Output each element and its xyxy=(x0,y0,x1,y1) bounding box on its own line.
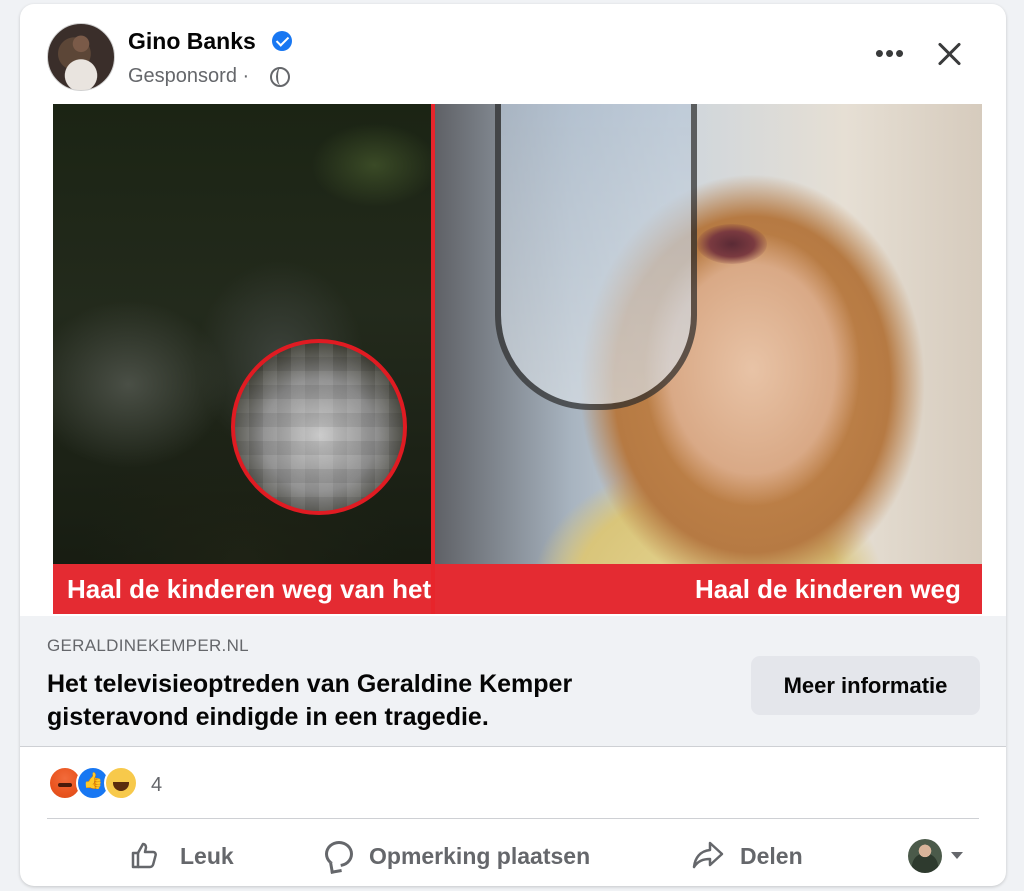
globe-icon xyxy=(270,67,290,87)
more-info-button[interactable]: Meer informatie xyxy=(751,656,980,715)
meta-separator: · xyxy=(242,65,250,87)
chevron-down-icon[interactable] xyxy=(951,852,963,859)
sponsored-post-card: Gino Banks Gesponsord · ••• Haal de kind… xyxy=(20,4,1006,886)
author-name[interactable]: Gino Banks xyxy=(128,28,256,55)
ad-image[interactable]: Haal de kinderen weg van het beeldscherm… xyxy=(53,104,982,614)
link-headline[interactable]: Het televisieoptreden van Geraldine Kemp… xyxy=(47,668,687,734)
haha-reaction-icon xyxy=(104,766,138,800)
link-domain: GERALDINEKEMPER.NL xyxy=(47,636,249,655)
comment-label: Opmerking plaatsen xyxy=(369,843,591,869)
blurred-highlight-circle xyxy=(231,339,407,515)
actions-divider xyxy=(47,818,979,819)
sponsored-text: Gesponsord xyxy=(128,65,237,87)
like-label: Leuk xyxy=(180,843,234,869)
ad-image-left-panel xyxy=(53,104,431,614)
verified-badge-icon xyxy=(272,31,292,51)
sponsored-label[interactable]: Gesponsord · xyxy=(128,65,249,88)
more-options-button[interactable]: ••• xyxy=(870,38,910,68)
link-preview[interactable]: GERALDINEKEMPER.NL Het televisieoptreden… xyxy=(20,616,1006,747)
banner-left-text: Haal de kinderen weg van het beeldscherm… xyxy=(53,564,431,614)
close-button[interactable] xyxy=(929,34,969,74)
author-avatar[interactable] xyxy=(47,23,115,91)
viewer-avatar[interactable] xyxy=(908,839,942,873)
comment-icon xyxy=(325,841,353,867)
reaction-count[interactable]: 4 xyxy=(151,774,162,797)
ad-image-right-panel xyxy=(435,104,982,614)
thumbs-up-icon xyxy=(131,842,157,869)
share-label: Delen xyxy=(740,843,803,869)
banner-right-text: Haal de kinderen weg xyxy=(435,564,982,614)
share-arrow-icon xyxy=(692,841,724,869)
face-bruise xyxy=(697,224,767,264)
mirror-shape xyxy=(495,104,697,410)
